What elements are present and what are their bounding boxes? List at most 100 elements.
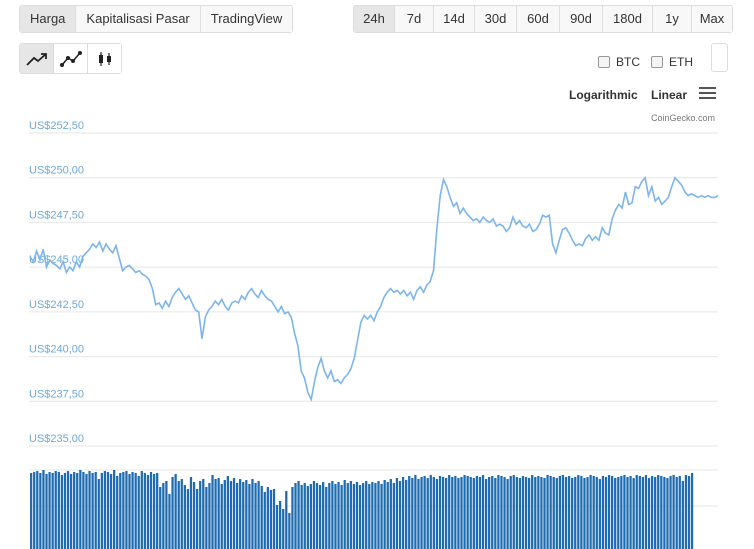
volume-bar (128, 474, 131, 549)
volume-bar (318, 485, 322, 549)
volume-bar (445, 478, 448, 549)
volume-bar (558, 476, 562, 549)
volume-bar (521, 476, 525, 549)
volume-bar (497, 475, 500, 549)
volume-bar (189, 477, 193, 549)
volume-bar (186, 489, 190, 549)
volume-bar (131, 472, 134, 549)
volume-bar (475, 476, 479, 549)
volume-bar (85, 474, 88, 549)
volume-bar (681, 481, 684, 549)
volume-bar (577, 475, 580, 549)
volume-bar (48, 472, 51, 549)
volume-bar (171, 477, 174, 549)
volume-bar (666, 478, 669, 549)
volume-bar (571, 478, 574, 549)
volume-bar (168, 494, 171, 549)
volume-bar (149, 472, 153, 549)
volume-bar (392, 483, 396, 549)
volume-bar (88, 471, 91, 549)
volume-bar (448, 475, 451, 549)
volume-bar (362, 483, 365, 549)
volume-bar (162, 483, 165, 549)
price-series-line (29, 175, 719, 403)
volume-bar (282, 509, 285, 549)
volume-bar (524, 477, 528, 549)
volume-bar (515, 477, 518, 549)
volume-bar (346, 483, 349, 549)
volume-bar (266, 487, 269, 549)
volume-bar (214, 479, 217, 549)
volume-bar (417, 479, 420, 549)
volume-bar (220, 484, 223, 549)
volume-bar (106, 472, 110, 549)
volume-bar (463, 475, 466, 549)
volume-bar (509, 476, 512, 549)
volume-bar (355, 482, 359, 549)
volume-bar (245, 480, 248, 549)
volume-bar (540, 477, 543, 549)
volume-bar (500, 476, 503, 549)
volume-bar (549, 476, 552, 549)
volume-bar (137, 476, 140, 549)
volume-bar (82, 472, 85, 549)
volume-bar (405, 480, 408, 549)
volume-bar (657, 475, 660, 549)
volume-bar (39, 473, 42, 549)
volume-bar (377, 481, 380, 549)
volume-bar (457, 478, 460, 549)
volume-bar (466, 476, 469, 549)
volume-bar (232, 478, 236, 549)
volume-bar (109, 474, 113, 549)
volume-bar (604, 477, 608, 549)
volume-bar (441, 477, 445, 549)
volume-bar (260, 486, 263, 549)
volume-bar (389, 479, 392, 549)
y-tick-label: US$252,50 (29, 120, 84, 132)
volume-bar (94, 472, 97, 549)
volume-bar (534, 477, 537, 549)
volume-bar (684, 475, 688, 549)
volume-bar (152, 474, 156, 549)
y-tick-label: US$247,50 (29, 209, 84, 221)
volume-bar (358, 485, 362, 549)
volume-bar (438, 476, 442, 549)
volume-bar (617, 477, 620, 549)
volume-bar (598, 479, 601, 549)
volume-bar (349, 481, 352, 549)
volume-bar (408, 476, 411, 549)
volume-bar (543, 478, 546, 549)
volume-bar (192, 482, 196, 549)
volume-bar (254, 483, 257, 549)
volume-bar (352, 484, 356, 549)
volume-bar (91, 473, 94, 549)
volume-bar (235, 483, 239, 549)
volume-bar (488, 477, 491, 549)
volume-bar (257, 481, 260, 549)
volume-bar (678, 476, 681, 549)
volume-bar (491, 476, 494, 549)
volume-bar (63, 473, 67, 549)
volume-bar (426, 478, 429, 549)
y-tick-label: US$237,50 (29, 388, 84, 400)
volume-bar (288, 513, 291, 549)
volume-bar (429, 475, 432, 549)
volume-bar (199, 481, 202, 549)
volume-bar (36, 471, 39, 549)
volume-bar (472, 478, 475, 549)
volume-bar (306, 486, 309, 549)
volume-bar (592, 476, 595, 549)
volume-bar (641, 477, 645, 549)
volume-bar (395, 478, 399, 549)
volume-bar (663, 477, 666, 549)
volume-bar (567, 476, 571, 549)
volume-bar (494, 478, 497, 549)
volume-bar (518, 478, 522, 549)
volume-bar (275, 505, 279, 549)
volume-bar (374, 483, 377, 549)
volume-bar (638, 476, 641, 549)
volume-bar (51, 473, 54, 549)
volume-bar (478, 477, 482, 549)
volume-bar (383, 480, 386, 549)
volume-bar (122, 472, 125, 549)
